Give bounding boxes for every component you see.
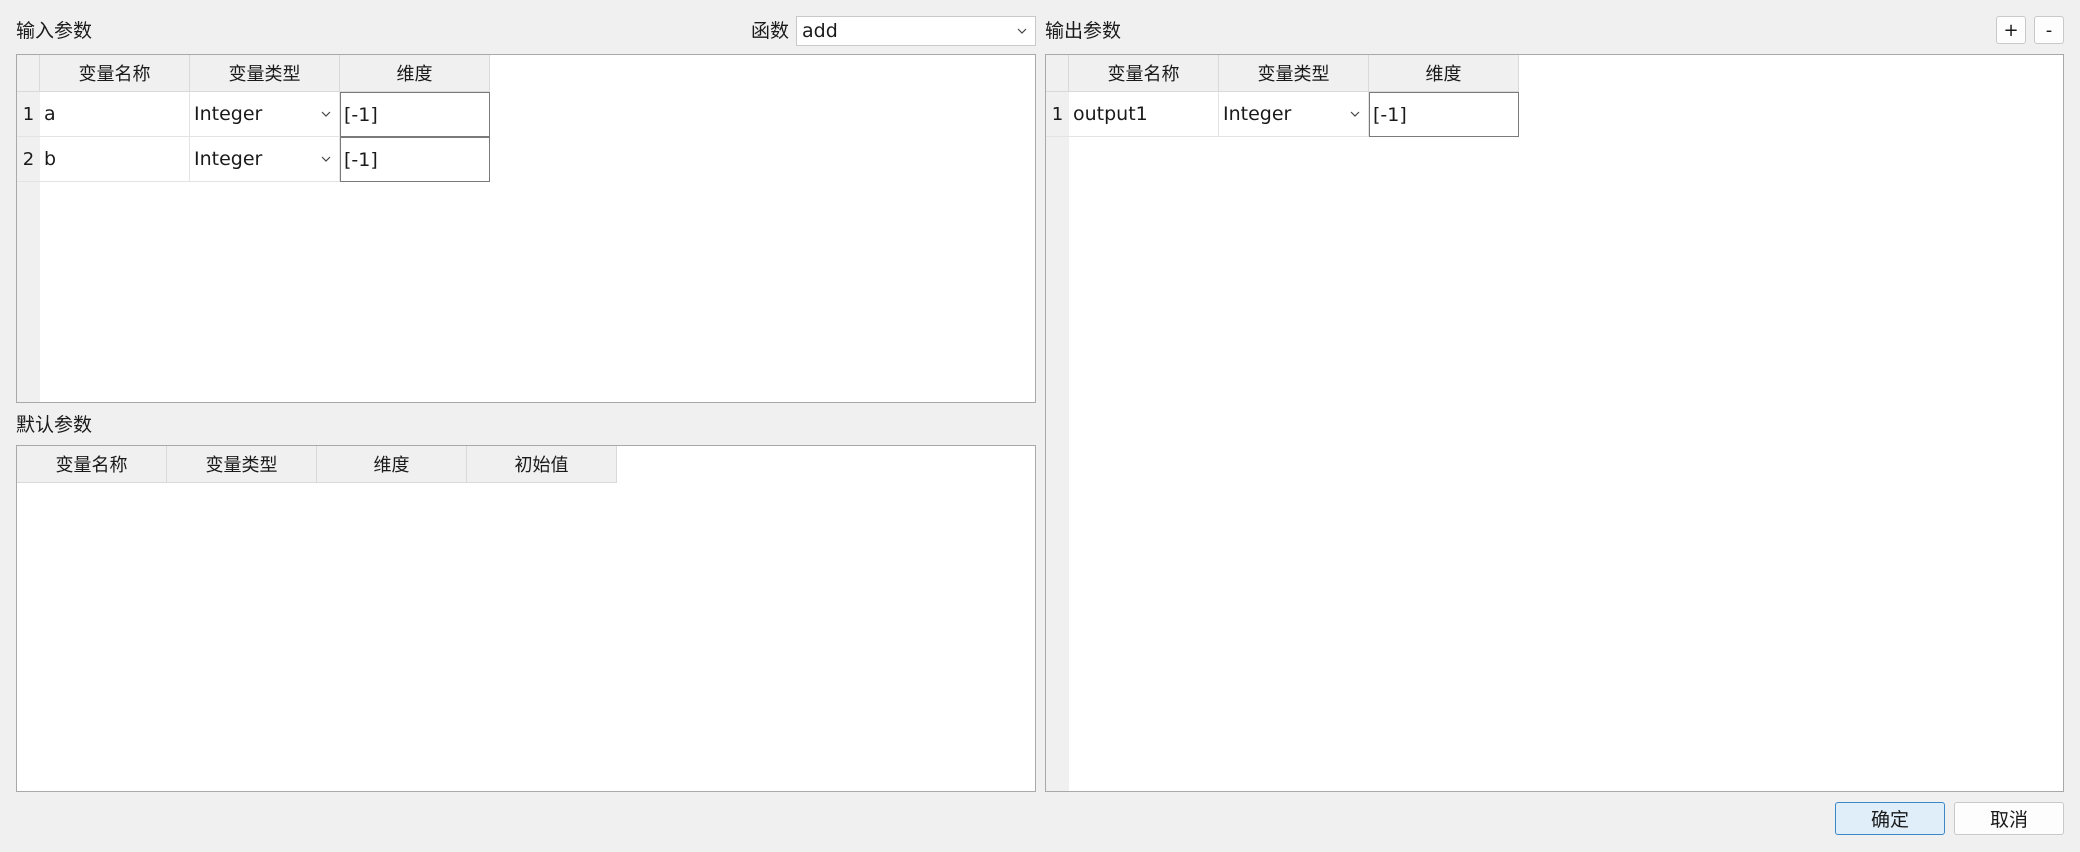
cell-var-type-value: Integer: [1223, 103, 1292, 125]
row-number[interactable]: 1: [1046, 92, 1069, 137]
input-params-table[interactable]: 变量名称 变量类型 维度 1 a Integer [-1] 2 b Intege…: [16, 54, 1036, 403]
chevron-down-icon: [321, 156, 331, 162]
cancel-button[interactable]: 取消: [1954, 802, 2064, 835]
function-select[interactable]: add: [796, 16, 1036, 46]
column-header-type[interactable]: 变量类型: [167, 446, 317, 483]
cell-var-type-select[interactable]: Integer: [1219, 92, 1369, 137]
cell-dimension-input[interactable]: [-1]: [340, 92, 490, 137]
output-params-table[interactable]: 变量名称 变量类型 维度 1 output1 Integer [-1]: [1045, 54, 2064, 792]
row-number[interactable]: 2: [17, 137, 40, 182]
column-header-dimension[interactable]: 维度: [340, 55, 490, 92]
table-corner: [17, 55, 40, 92]
chevron-down-icon: [321, 111, 331, 117]
column-header-dimension[interactable]: 维度: [317, 446, 467, 483]
default-params-label: 默认参数: [16, 414, 93, 436]
column-header-type[interactable]: 变量类型: [1219, 55, 1369, 92]
function-label: 函数: [751, 20, 790, 42]
column-header-name[interactable]: 变量名称: [1069, 55, 1219, 92]
cell-var-name[interactable]: output1: [1069, 92, 1219, 137]
column-header-name[interactable]: 变量名称: [40, 55, 190, 92]
add-row-button[interactable]: +: [1996, 16, 2026, 44]
column-header-initial-value[interactable]: 初始值: [467, 446, 617, 483]
chevron-down-icon: [1350, 111, 1360, 117]
function-select-value: add: [802, 20, 838, 42]
output-params-label: 输出参数: [1045, 20, 1122, 42]
ok-button[interactable]: 确定: [1835, 802, 1945, 835]
cell-var-name[interactable]: a: [40, 92, 190, 137]
default-params-table[interactable]: 变量名称 变量类型 维度 初始值: [16, 445, 1036, 792]
chevron-down-icon: [1017, 28, 1027, 34]
remove-row-button[interactable]: -: [2034, 16, 2064, 44]
cell-var-type-select[interactable]: Integer: [190, 92, 340, 137]
cell-var-type-value: Integer: [194, 148, 263, 170]
table-corner: [1046, 55, 1069, 92]
row-header-column: [1046, 55, 1069, 791]
cell-var-type-value: Integer: [194, 103, 263, 125]
cell-dimension-input[interactable]: [-1]: [1369, 92, 1519, 137]
column-header-type[interactable]: 变量类型: [190, 55, 340, 92]
cell-dimension-input[interactable]: [-1]: [340, 137, 490, 182]
column-header-dimension[interactable]: 维度: [1369, 55, 1519, 92]
column-header-name[interactable]: 变量名称: [17, 446, 167, 483]
cell-var-name[interactable]: b: [40, 137, 190, 182]
cell-var-type-select[interactable]: Integer: [190, 137, 340, 182]
input-params-label: 输入参数: [16, 20, 93, 42]
row-number[interactable]: 1: [17, 92, 40, 137]
